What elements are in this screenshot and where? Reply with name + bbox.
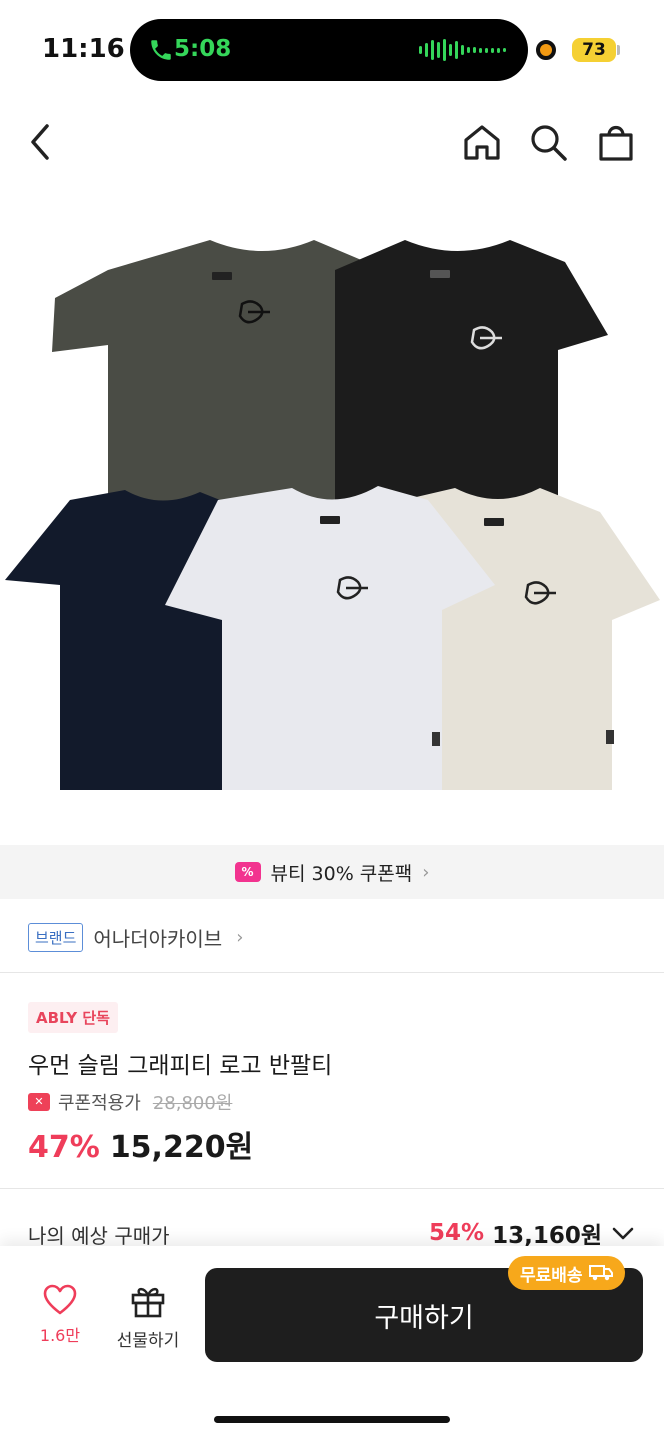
tshirt-black xyxy=(335,240,608,530)
recording-indicator-icon xyxy=(536,40,556,60)
tshirts-illustration xyxy=(5,240,660,790)
dynamic-island[interactable]: 5:08 xyxy=(130,19,528,81)
back-button[interactable] xyxy=(18,120,62,164)
shopping-bag-icon xyxy=(599,125,633,161)
search-icon xyxy=(531,125,567,161)
coupon-applied-label: 쿠폰적용가 xyxy=(58,1093,141,1114)
home-icon xyxy=(464,125,500,160)
home-button[interactable] xyxy=(460,120,504,164)
price-line: 47% 15,220원 xyxy=(28,1122,253,1166)
estimated-discount: 54% xyxy=(429,1220,485,1246)
battery-tip xyxy=(617,45,620,55)
like-count: 1.6만 xyxy=(39,1326,81,1345)
truck-icon xyxy=(588,1265,613,1281)
free-shipping-badge: 무료배송 xyxy=(508,1256,625,1290)
gift-button[interactable]: 선물하기 xyxy=(110,1284,186,1354)
coupon-icon: % xyxy=(234,862,261,882)
brand-tag: 브랜드 xyxy=(28,922,84,952)
coupon-banner-text: 뷰티 30% 쿠폰팩 xyxy=(270,862,413,885)
chevron-left-icon xyxy=(31,124,49,160)
battery-icon: 73 xyxy=(572,38,616,62)
chevron-down-icon xyxy=(612,1227,634,1240)
status-time: 11:16 xyxy=(42,34,125,64)
discount-rate: 47% xyxy=(28,1130,100,1165)
audio-wave-icon xyxy=(419,39,506,61)
product-title: 우먼 슬림 그래피티 로고 반팔티 xyxy=(28,1053,333,1079)
divider xyxy=(0,1188,664,1189)
brand-name: 어나더아카이브 xyxy=(93,926,223,951)
free-shipping-label: 무료배송 xyxy=(520,1265,583,1286)
chevron-right-icon: › xyxy=(236,926,244,948)
exclusive-badge: ABLY 단독 xyxy=(28,1002,118,1033)
chevron-right-icon: › xyxy=(422,861,430,883)
original-price: 28,800원 xyxy=(152,1093,233,1114)
sale-price: 15,220원 xyxy=(109,1130,254,1165)
top-nav xyxy=(0,110,664,174)
brand-link[interactable]: 브랜드 어나더아카이브 › xyxy=(28,917,243,957)
divider xyxy=(0,972,664,973)
call-duration: 5:08 xyxy=(174,36,232,62)
heart-icon xyxy=(43,1284,77,1315)
estimated-price: 13,160원 xyxy=(492,1223,602,1249)
gift-icon xyxy=(131,1287,165,1318)
coupon-pack-banner[interactable]: % 뷰티 30% 쿠폰팩 › xyxy=(0,845,664,899)
status-bar: 11:16 5:08 73 xyxy=(0,0,664,100)
search-button[interactable] xyxy=(526,120,570,164)
coupon-price-line: ✕ 쿠폰적용가 28,800원 xyxy=(28,1089,232,1115)
product-image[interactable] xyxy=(0,200,664,820)
bottom-action-bar: 1.6만 선물하기 구매하기 무료배송 xyxy=(0,1246,664,1440)
home-indicator[interactable] xyxy=(214,1416,450,1423)
coupon-ticket-icon: ✕ xyxy=(28,1093,50,1111)
like-button[interactable]: 1.6만 xyxy=(28,1284,92,1354)
cart-button[interactable] xyxy=(594,120,638,164)
gift-label: 선물하기 xyxy=(116,1331,180,1351)
phone-icon xyxy=(151,40,171,60)
estimated-price-label: 나의 예상 구매가 xyxy=(28,1224,170,1248)
